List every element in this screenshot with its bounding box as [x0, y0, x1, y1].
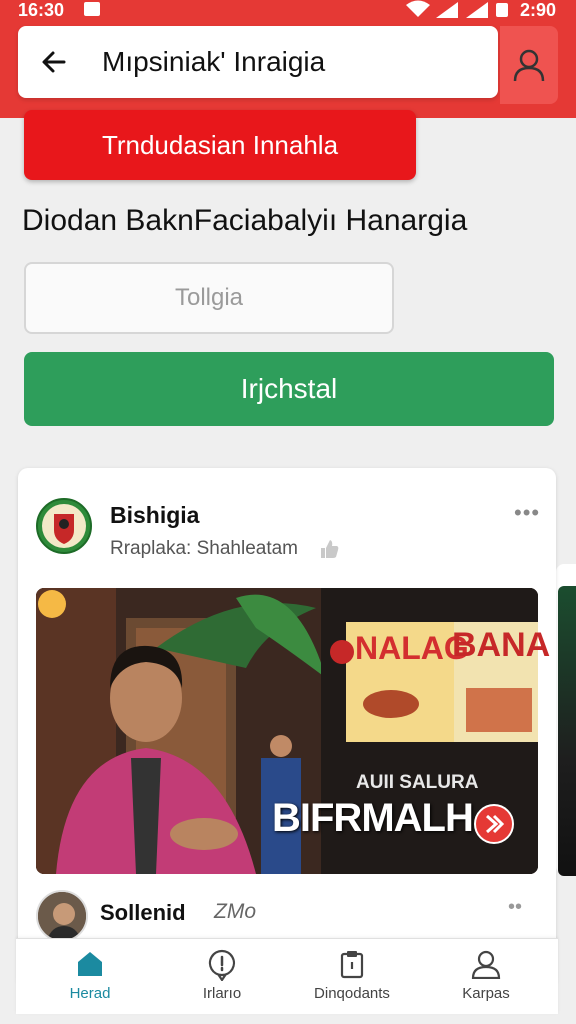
home-icon	[78, 952, 102, 976]
post-meta: Rraplaka: Shahleatam	[110, 538, 298, 559]
notification-icon	[84, 2, 100, 16]
emblem-icon	[42, 504, 86, 548]
nav-label-documents: Dinqodants	[314, 985, 390, 1002]
clipboard-icon	[340, 951, 364, 979]
battery-level: 2:90	[520, 0, 557, 20]
primary-button[interactable]: Irjchstal	[24, 352, 554, 426]
commenter-name[interactable]: Sollenid	[100, 900, 186, 926]
sign-text-right: BANA	[452, 626, 551, 664]
more-options-icon[interactable]: •••	[514, 500, 540, 526]
status-time: 16:30	[18, 0, 65, 20]
info-icon	[208, 949, 236, 981]
post-author[interactable]: Bishigia	[110, 502, 199, 529]
user-icon	[513, 49, 545, 82]
nav-item-profile[interactable]: Karpas	[426, 939, 546, 1015]
nav-item-documents[interactable]: Dinqodants	[292, 939, 412, 1015]
page-title: Mıpsiniak' Inraigia	[102, 46, 326, 77]
status-bar: 16:30 2:90	[0, 0, 576, 22]
sign-text-mid: AUII SALURA	[356, 772, 479, 793]
comment-more-icon[interactable]: ••	[508, 896, 522, 919]
arrow-left-icon[interactable]	[38, 46, 70, 78]
next-card-image	[558, 586, 576, 876]
banner-button[interactable]: Trndudasian Innahla	[24, 110, 416, 180]
nav-label-profile: Karpas	[462, 985, 510, 1002]
nav-item-info[interactable]: Irlarıo	[162, 939, 282, 1015]
thumbs-up-icon[interactable]	[318, 538, 340, 565]
nav-item-home[interactable]: Herad	[30, 939, 150, 1015]
bottom-navigation: Herad Irlarıo Dinqodants Karpas	[16, 938, 558, 1014]
text-input[interactable]: Tollgia	[24, 262, 394, 334]
section-heading: Diodan BaknFaciabalyiı Hanargia	[22, 204, 468, 237]
comment-meta: ZMo	[214, 900, 256, 923]
author-avatar[interactable]	[36, 498, 92, 554]
battery-icon	[496, 3, 508, 17]
title-bar: Mıpsiniak' Inraigia	[18, 26, 498, 98]
image-caption: BIFRMALH	[272, 796, 474, 840]
nav-label-home: Herad	[69, 985, 111, 1002]
profile-button[interactable]	[500, 26, 558, 104]
signal-icon	[436, 2, 458, 23]
heart-badge-icon[interactable]	[474, 804, 514, 844]
commenter-avatar[interactable]	[36, 890, 88, 942]
wifi-icon	[406, 0, 430, 23]
profile-icon	[471, 950, 501, 979]
signal-icon-2	[466, 2, 488, 23]
nav-label-info: Irlarıo	[202, 985, 242, 1002]
